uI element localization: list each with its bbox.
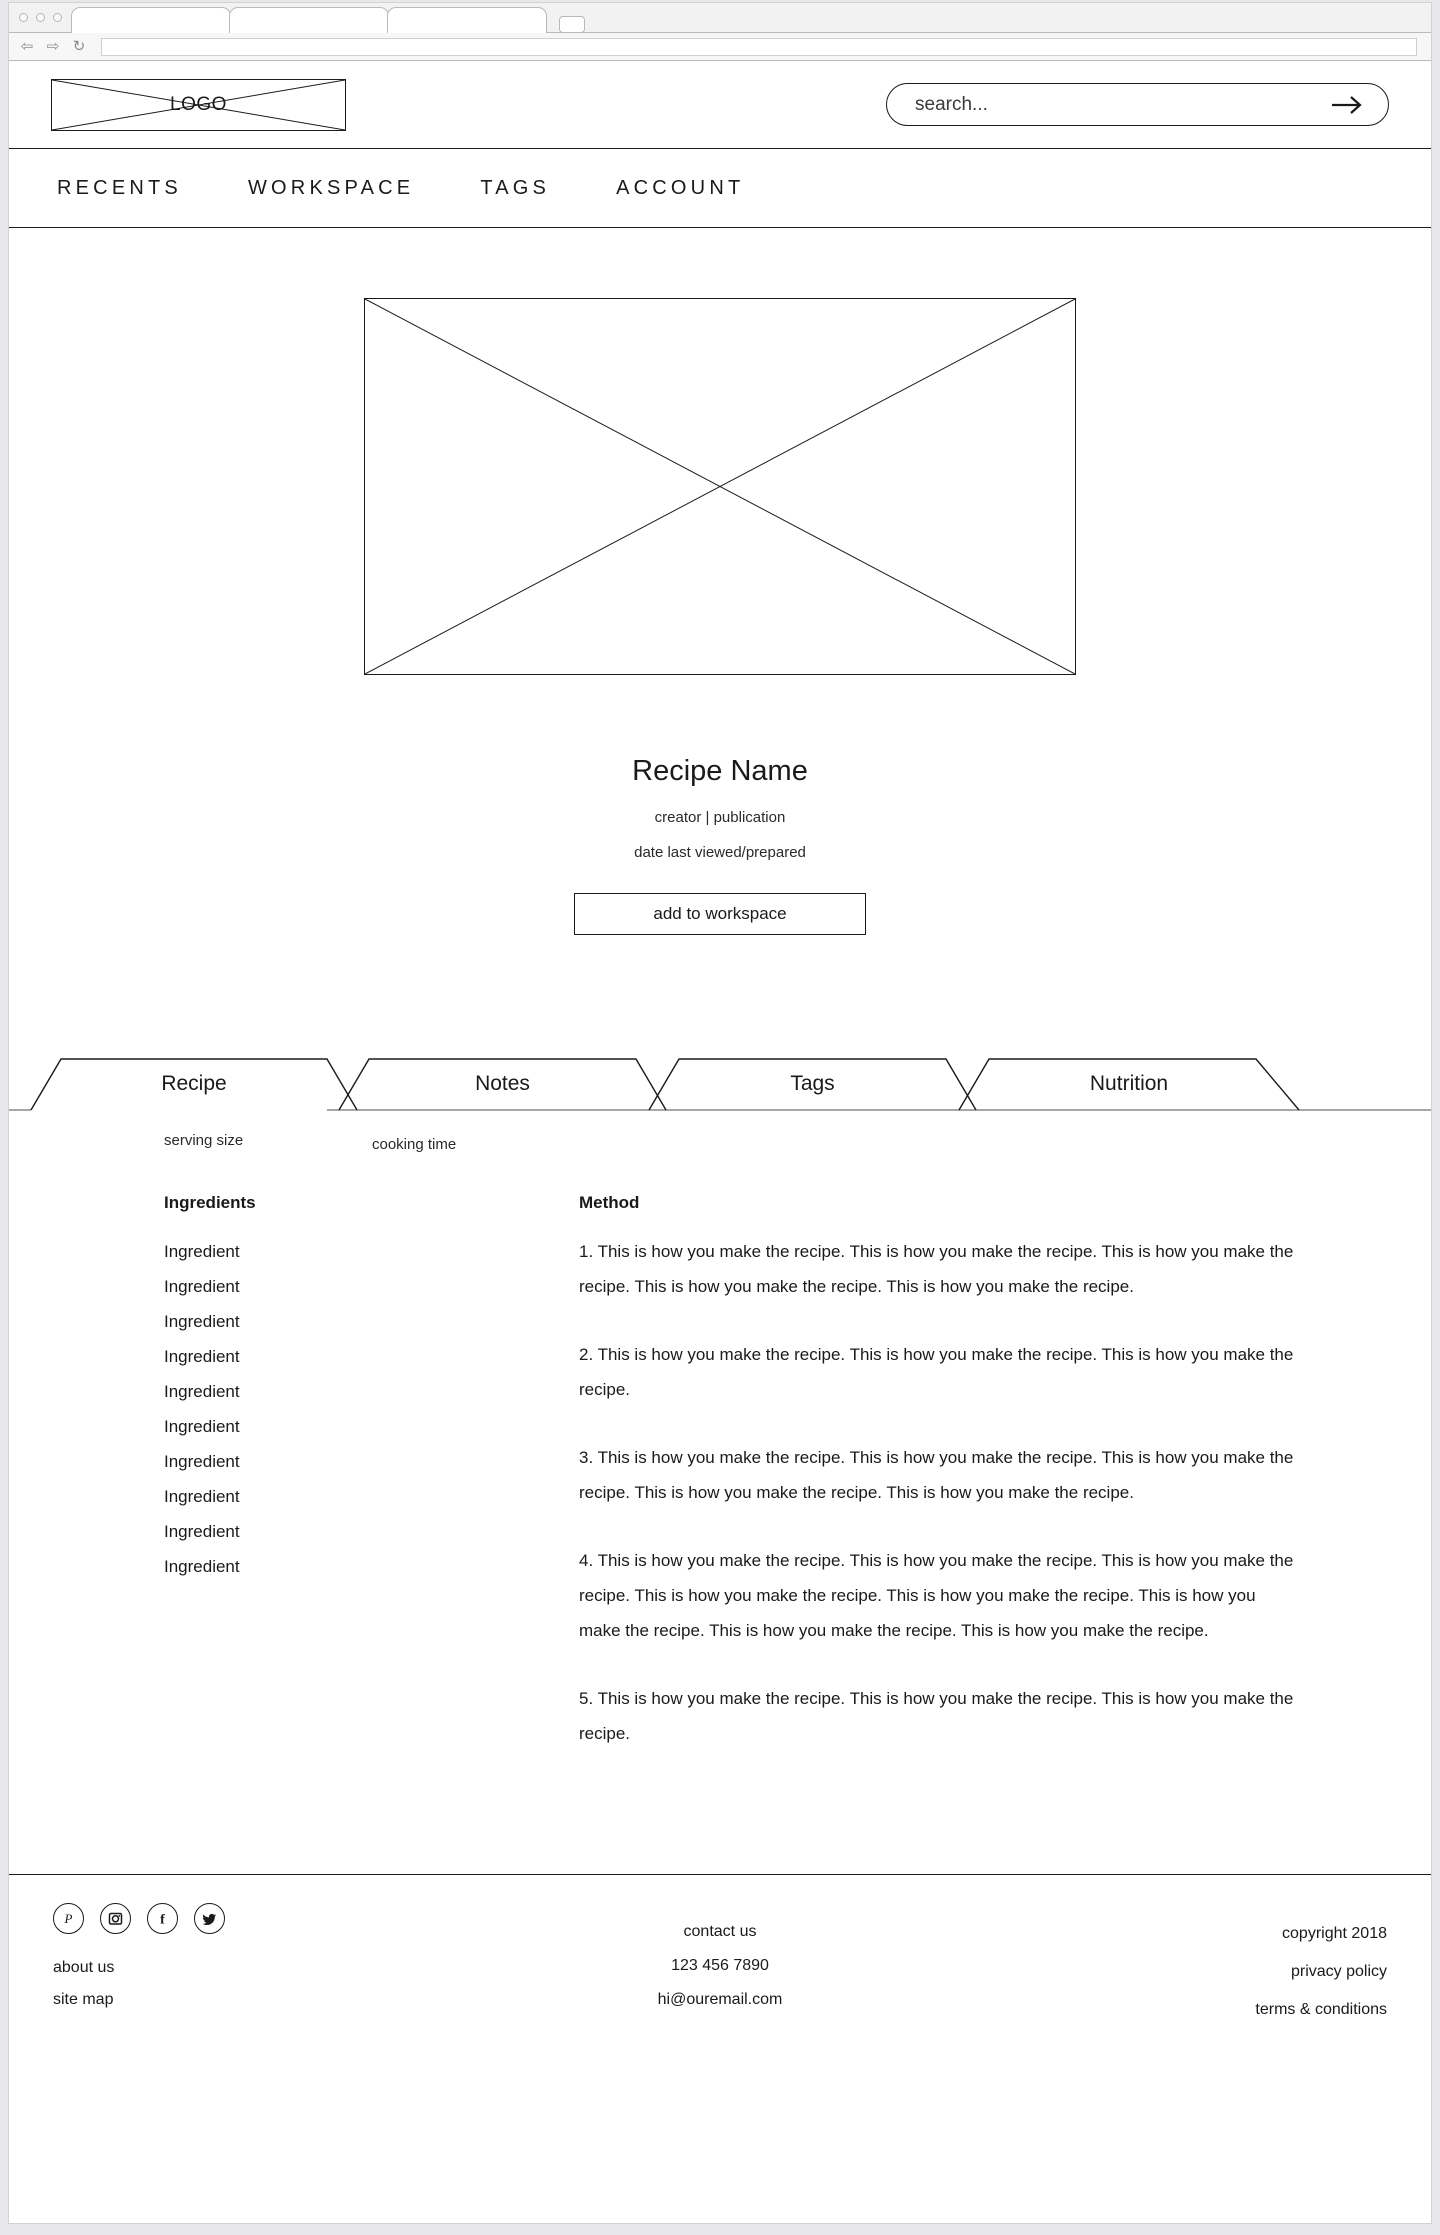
ingredients-column: Ingredients Ingredient Ingredient Ingred…: [164, 1193, 579, 1784]
method-step: 5. This is how you make the recipe. This…: [579, 1689, 1294, 1743]
tab-notes[interactable]: Notes: [339, 1057, 666, 1111]
footer-contact-us[interactable]: contact us: [353, 1915, 1087, 1949]
tab-recipe[interactable]: Recipe: [31, 1057, 357, 1111]
nav-item-workspace[interactable]: WORKSPACE: [248, 177, 414, 200]
instagram-glyph: [108, 1912, 123, 1925]
ingredient-item: Ingredient: [164, 1242, 240, 1261]
browser-tab[interactable]: [387, 7, 547, 33]
ingredient-item: Ingredient: [164, 1557, 240, 1576]
page-content: LOGO RECENTS WORKSPACE TAGS ACCOUNT: [9, 61, 1431, 2070]
image-cross-icon: [365, 299, 1075, 674]
add-to-workspace-button[interactable]: add to workspace: [574, 893, 866, 935]
ingredient-item: Ingredient: [164, 1347, 240, 1366]
twitter-icon[interactable]: [194, 1903, 225, 1934]
footer-copyright: copyright 2018: [1282, 1925, 1387, 1942]
method-step: 1. This is how you make the recipe. This…: [579, 1242, 1294, 1296]
pinterest-glyph: P: [64, 1911, 73, 1926]
window-traffic-lights: [19, 13, 62, 22]
recipe-hero: Recipe Name creator | publication date l…: [9, 228, 1431, 995]
facebook-glyph: f: [160, 1913, 165, 1928]
site-footer: P f about us site map contact us 123 456…: [9, 1874, 1431, 2070]
method-heading: Method: [579, 1193, 640, 1212]
ingredient-item: Ingredient: [164, 1487, 240, 1506]
ingredient-item: Ingredient: [164, 1522, 240, 1541]
svg-text:f: f: [160, 1913, 165, 1928]
browser-tab[interactable]: [71, 7, 231, 33]
site-header: LOGO: [9, 61, 1431, 149]
cooking-time-label: cooking time: [372, 1136, 457, 1153]
minimize-window-button[interactable]: [36, 13, 45, 22]
ingredient-item: Ingredient: [164, 1312, 240, 1331]
nav-item-recents[interactable]: RECENTS: [57, 177, 182, 200]
ingredient-item: Ingredient: [164, 1452, 240, 1471]
forward-icon[interactable]: ⇨: [45, 39, 61, 54]
nav-item-account[interactable]: ACCOUNT: [616, 177, 744, 200]
method-step: 4. This is how you make the recipe. This…: [579, 1551, 1294, 1640]
method-step: 3. This is how you make the recipe. This…: [579, 1448, 1294, 1502]
search-bar[interactable]: [886, 83, 1389, 126]
logo-placeholder[interactable]: LOGO: [51, 78, 346, 131]
twitter-glyph: [202, 1913, 216, 1925]
footer-left-column: P f about us site map: [53, 1903, 353, 2016]
close-window-button[interactable]: [19, 13, 28, 22]
panel-bottom-spacer: [9, 1784, 1431, 1874]
footer-center-column: contact us 123 456 7890 hi@ouremail.com: [353, 1903, 1087, 2017]
pinterest-icon[interactable]: P: [53, 1903, 84, 1934]
footer-link-site-map[interactable]: site map: [53, 1984, 353, 2016]
recipe-tabs: Recipe Notes Tags Nutrition: [9, 1057, 1431, 1111]
footer-email[interactable]: hi@ouremail.com: [353, 1983, 1087, 2017]
svg-text:P: P: [64, 1911, 73, 1926]
screenshot-root: ⇦ ⇨ ↻ LOGO search... RECENTS WORKSPACE T…: [0, 0, 1440, 2235]
recipe-image-placeholder: [364, 298, 1076, 675]
social-links: P f: [53, 1903, 353, 1934]
tab-nutrition[interactable]: Nutrition: [959, 1057, 1299, 1111]
tab-tags[interactable]: Tags: [649, 1057, 976, 1111]
facebook-icon[interactable]: f: [147, 1903, 178, 1934]
method-column: Method 1. This is how you make the recip…: [579, 1193, 1299, 1784]
footer-link-privacy-policy[interactable]: privacy policy: [1087, 1953, 1387, 1991]
recipe-date: date last viewed/prepared: [634, 844, 806, 861]
footer-link-terms[interactable]: terms & conditions: [1087, 1991, 1387, 2029]
search-input[interactable]: [915, 93, 1330, 116]
recipe-byline: creator | publication: [654, 809, 786, 826]
new-tab-button[interactable]: [559, 16, 585, 33]
page-title: Recipe Name: [632, 755, 808, 787]
back-icon[interactable]: ⇦: [19, 39, 35, 54]
primary-nav: RECENTS WORKSPACE TAGS ACCOUNT: [9, 149, 1431, 228]
ingredient-item: Ingredient: [164, 1417, 240, 1436]
recipe-tab-panel: serving size cooking time Ingredients In…: [9, 1111, 1431, 1874]
footer-phone[interactable]: 123 456 7890: [353, 1949, 1087, 1983]
nav-item-tags[interactable]: TAGS: [480, 177, 550, 200]
ingredient-item: Ingredient: [164, 1277, 240, 1296]
browser-window: ⇦ ⇨ ↻ LOGO search... RECENTS WORKSPACE T…: [8, 2, 1432, 2224]
recipe-body: Ingredients Ingredient Ingredient Ingred…: [9, 1193, 1431, 1784]
logo-label: LOGO: [170, 93, 227, 115]
url-input[interactable]: [101, 37, 1417, 56]
browser-address-bar: ⇦ ⇨ ↻: [9, 33, 1431, 61]
footer-link-about-us[interactable]: about us: [53, 1952, 353, 1984]
maximize-window-button[interactable]: [53, 13, 62, 22]
recipe-meta-row: serving size cooking time: [9, 1111, 1431, 1193]
browser-tab[interactable]: [229, 7, 389, 33]
method-step: 2. This is how you make the recipe. This…: [579, 1345, 1294, 1399]
serving-size-label: serving size: [164, 1132, 244, 1149]
reload-icon[interactable]: ↻: [71, 39, 87, 54]
browser-tabs: [71, 7, 585, 33]
browser-tab-bar: [9, 3, 1431, 33]
instagram-icon[interactable]: [100, 1903, 131, 1934]
arrow-right-icon[interactable]: [1330, 94, 1364, 116]
footer-right-column: copyright 2018 privacy policy terms & co…: [1087, 1903, 1387, 2029]
ingredient-item: Ingredient: [164, 1382, 240, 1401]
ingredients-heading: Ingredients: [164, 1193, 256, 1212]
